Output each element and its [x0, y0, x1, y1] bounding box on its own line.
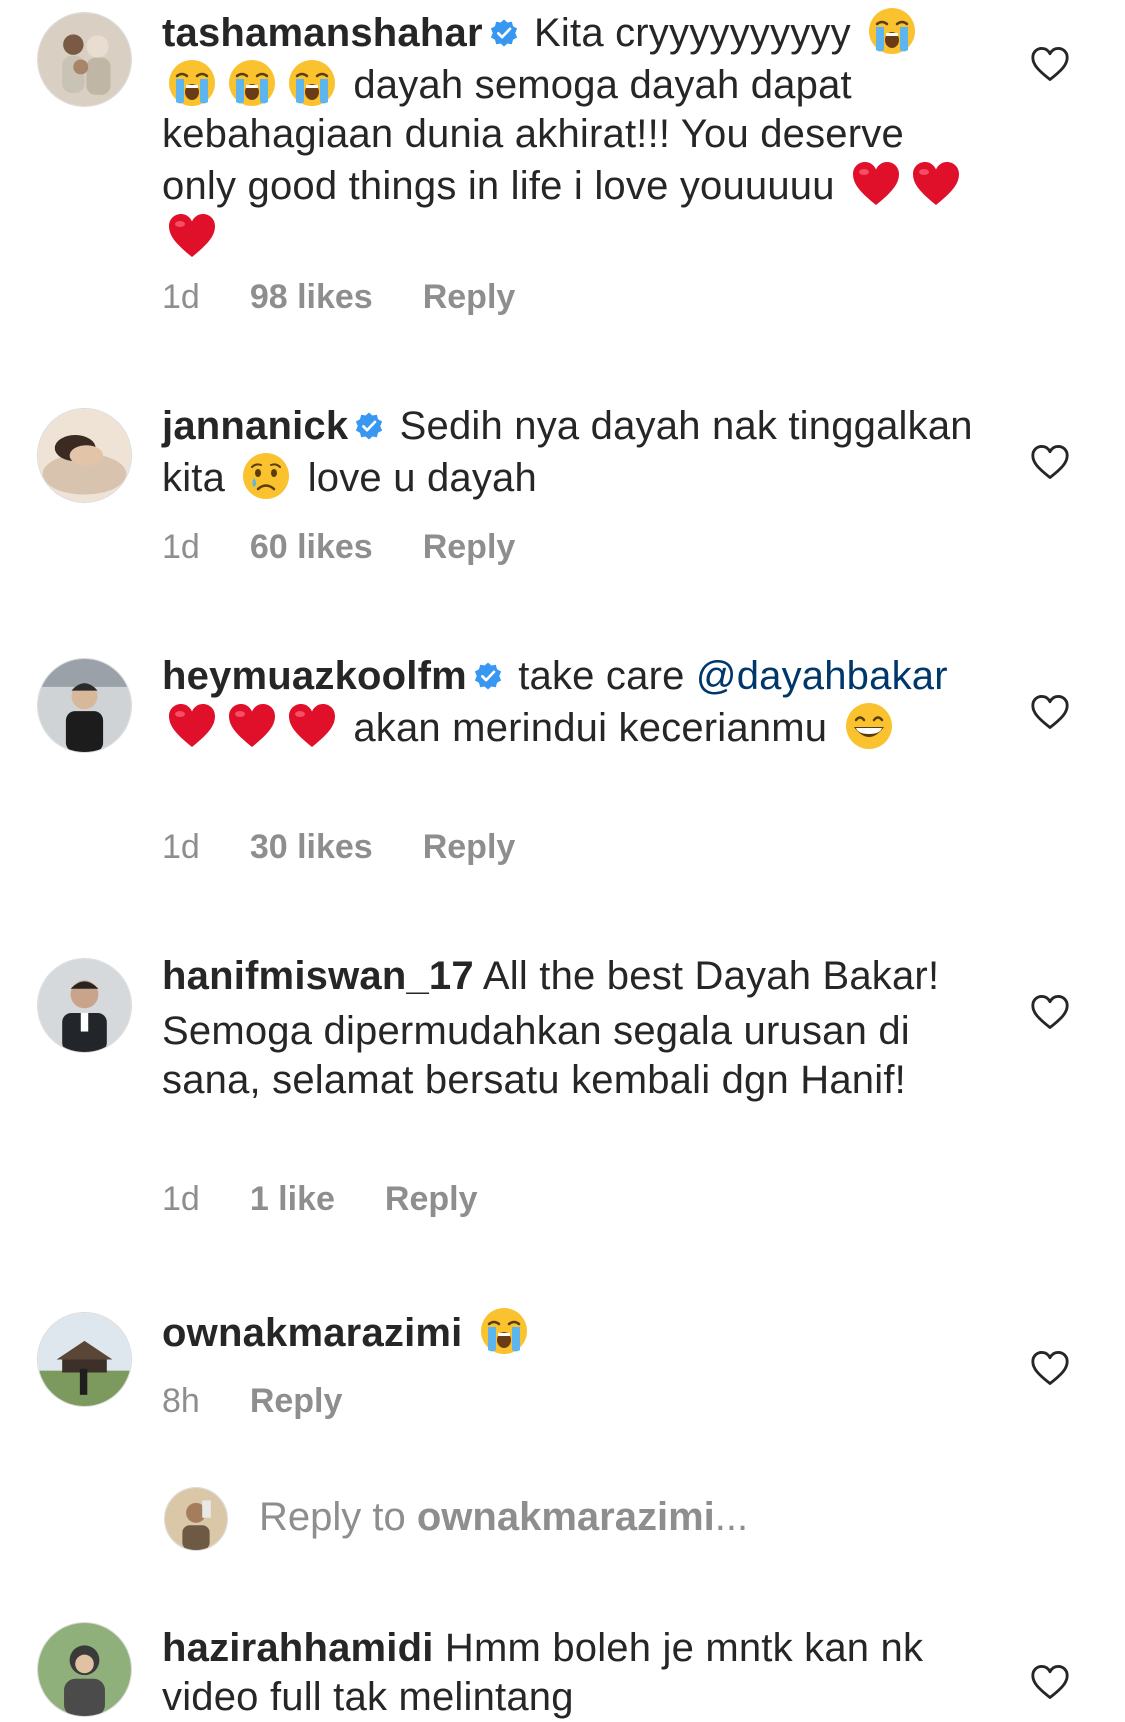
comment-likes[interactable]: 30 likes	[250, 828, 373, 866]
red-heart-emoji	[167, 701, 217, 751]
comment-time: 1d	[162, 1180, 200, 1218]
comment-text: jannanick Sedih nya dayah nak tinggalkan…	[162, 402, 982, 503]
comment-likes[interactable]: 60 likes	[250, 528, 373, 566]
crying-face-emoji	[241, 451, 291, 501]
comment-username[interactable]: hazirahhamidi	[162, 1626, 434, 1670]
comment-text-part: Kita cryyyyyyyyyy	[534, 11, 851, 55]
comment-username[interactable]: ownakmarazimi	[162, 1311, 463, 1355]
comment-username[interactable]: jannanick	[162, 404, 348, 448]
loudly-crying-face-emoji	[287, 58, 337, 108]
comment-text: hanifmiswan_17 All the best Dayah Bakar!…	[162, 952, 982, 1105]
comment-text-part: take care	[518, 654, 685, 698]
comment-text: hazirahhamidi Hmm boleh je mntk kan nk v…	[162, 1624, 982, 1722]
verified-badge-icon	[489, 18, 519, 48]
comment-text: tashamanshahar Kita cryyyyyyyyyy dayah s…	[162, 6, 982, 263]
avatar[interactable]	[37, 1312, 132, 1407]
heart-outline-icon[interactable]	[1030, 694, 1070, 730]
comment-mention[interactable]: @dayahbakar	[696, 654, 948, 698]
avatar[interactable]	[37, 12, 132, 107]
red-heart-emoji	[287, 701, 337, 751]
avatar[interactable]	[37, 408, 132, 503]
avatar[interactable]	[37, 958, 132, 1053]
comment-username[interactable]: hanifmiswan_17	[162, 954, 474, 998]
heart-outline-icon[interactable]	[1030, 994, 1070, 1030]
loudly-crying-face-emoji	[167, 58, 217, 108]
reply-target-username: ownakmarazimi	[416, 1495, 715, 1539]
comment-text: heymuazkoolfm take care @dayahbakar akan…	[162, 652, 982, 753]
heart-outline-icon[interactable]	[1030, 1350, 1070, 1386]
verified-badge-icon	[473, 661, 503, 691]
comment-text-part: Semoga dipermudahkan segala urusan di sa…	[162, 1009, 910, 1102]
reply-input[interactable]: Reply to ownakmarazimi...	[164, 1487, 1064, 1557]
comment-time: 1d	[162, 278, 200, 316]
verified-badge-icon	[354, 411, 384, 441]
reply-prefix: Reply to	[259, 1495, 417, 1539]
comment-text-part: All the best Dayah Bakar!	[482, 954, 940, 998]
heart-outline-icon[interactable]	[1030, 444, 1070, 480]
heart-outline-icon[interactable]	[1030, 1664, 1070, 1700]
comment-meta: 1d 1 like Reply	[162, 1180, 528, 1219]
comment-username[interactable]: heymuazkoolfm	[162, 654, 467, 698]
comment-time: 8h	[162, 1382, 200, 1420]
red-heart-emoji	[167, 211, 217, 261]
red-heart-emoji	[227, 701, 277, 751]
avatar[interactable]	[37, 658, 132, 753]
reply-suffix: ...	[714, 1495, 749, 1539]
reply-button[interactable]: Reply	[385, 1180, 478, 1218]
reply-placeholder[interactable]: Reply to ownakmarazimi...	[259, 1495, 748, 1540]
comment-text-part: love u dayah	[307, 456, 537, 500]
comment-meta: 1d 30 likes Reply	[162, 828, 565, 867]
comment-meta: 1d 60 likes Reply	[162, 528, 565, 567]
loudly-crying-face-emoji	[227, 58, 277, 108]
red-heart-emoji	[911, 159, 961, 209]
reply-button[interactable]: Reply	[423, 278, 516, 316]
avatar	[164, 1487, 228, 1551]
avatar[interactable]	[37, 1622, 132, 1717]
comment-meta: 8h Reply	[162, 1382, 392, 1421]
comment-meta: 1d 98 likes Reply	[162, 278, 565, 317]
comment-username[interactable]: tashamanshahar	[162, 11, 483, 55]
comment-time: 1d	[162, 828, 200, 866]
loudly-crying-face-emoji	[867, 6, 917, 56]
reply-button[interactable]: Reply	[423, 528, 516, 566]
red-heart-emoji	[851, 159, 901, 209]
comment-text: ownakmarazimi	[162, 1306, 982, 1358]
grinning-face-emoji	[844, 701, 894, 751]
comment-likes[interactable]: 1 like	[250, 1180, 335, 1218]
reply-button[interactable]: Reply	[423, 828, 516, 866]
comment-text-part: akan merindui kecerianmu	[353, 706, 828, 750]
comment-time: 1d	[162, 528, 200, 566]
heart-outline-icon[interactable]	[1030, 46, 1070, 82]
comment-likes[interactable]: 98 likes	[250, 278, 373, 316]
reply-button[interactable]: Reply	[250, 1382, 343, 1420]
loudly-crying-face-emoji	[479, 1306, 529, 1356]
